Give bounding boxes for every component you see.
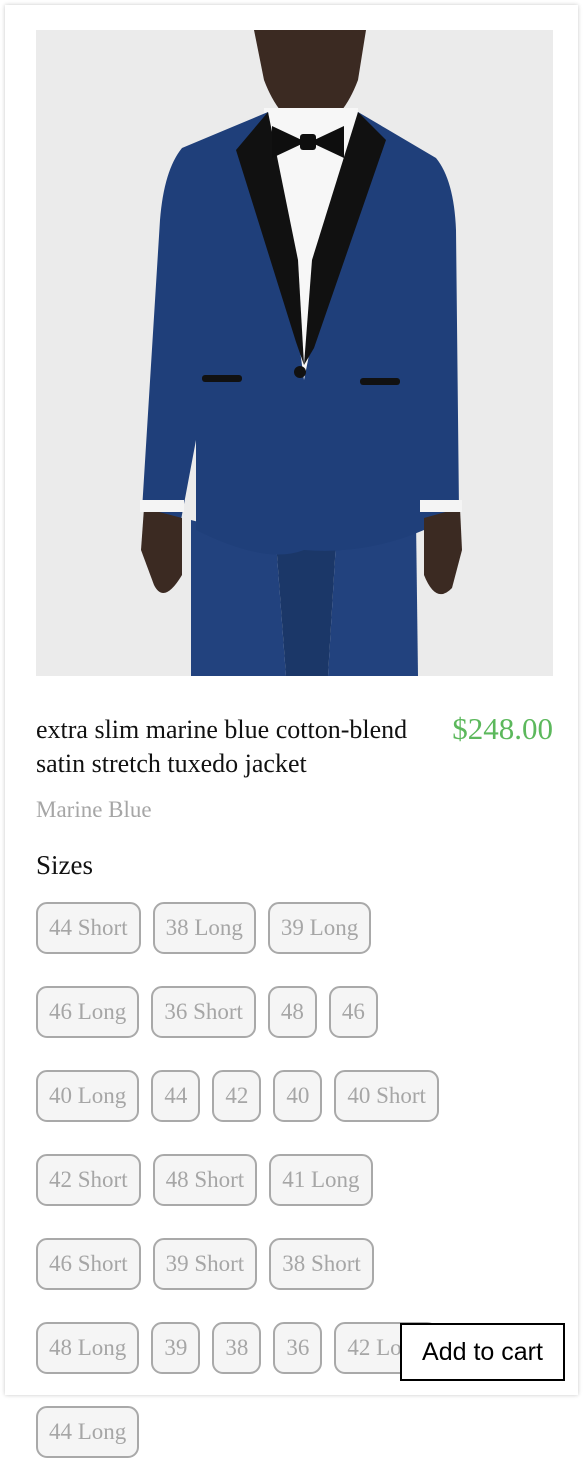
size-option[interactable]: 39 Short [152,1238,258,1290]
size-option[interactable]: 48 Short [152,1154,258,1206]
size-option[interactable]: 46 Long [36,986,140,1038]
size-option[interactable]: 38 Short [269,1238,374,1290]
size-option[interactable]: 48 Long [36,1322,140,1374]
product-title[interactable]: extra slim marine blue cotton-blend sati… [36,713,416,781]
size-option[interactable]: 36 [273,1322,323,1374]
product-price: $248.00 [452,711,553,746]
size-option[interactable]: 39 Long [267,902,372,954]
size-option[interactable]: 42 Short [36,1154,141,1206]
product-image[interactable] [36,30,553,676]
size-option[interactable]: 44 Short [36,902,141,954]
color-name: Marine Blue [36,797,152,822]
size-option[interactable]: 44 Long [36,1406,140,1458]
size-option[interactable]: 41 Long [269,1154,373,1206]
size-option[interactable]: 44 [151,1070,201,1122]
size-option[interactable]: 40 Long [36,1070,140,1122]
size-option[interactable]: 38 Long [152,902,256,954]
size-option[interactable]: 48 [267,986,317,1038]
size-option[interactable]: 39 [151,1322,201,1374]
sizes-heading: Sizes [36,850,93,880]
size-option[interactable]: 36 Short [151,986,256,1038]
size-option[interactable]: 40 [273,1070,323,1122]
size-option[interactable]: 40 Short [334,1070,439,1122]
product-card: extra slim marine blue cotton-blend sati… [5,5,578,1458]
size-option[interactable]: 42 [212,1070,262,1122]
size-option[interactable]: 46 [328,986,378,1038]
size-option[interactable]: 46 Short [36,1238,141,1290]
add-to-cart-button[interactable]: Add to cart [400,1323,565,1381]
size-option[interactable]: 38 [212,1322,262,1374]
